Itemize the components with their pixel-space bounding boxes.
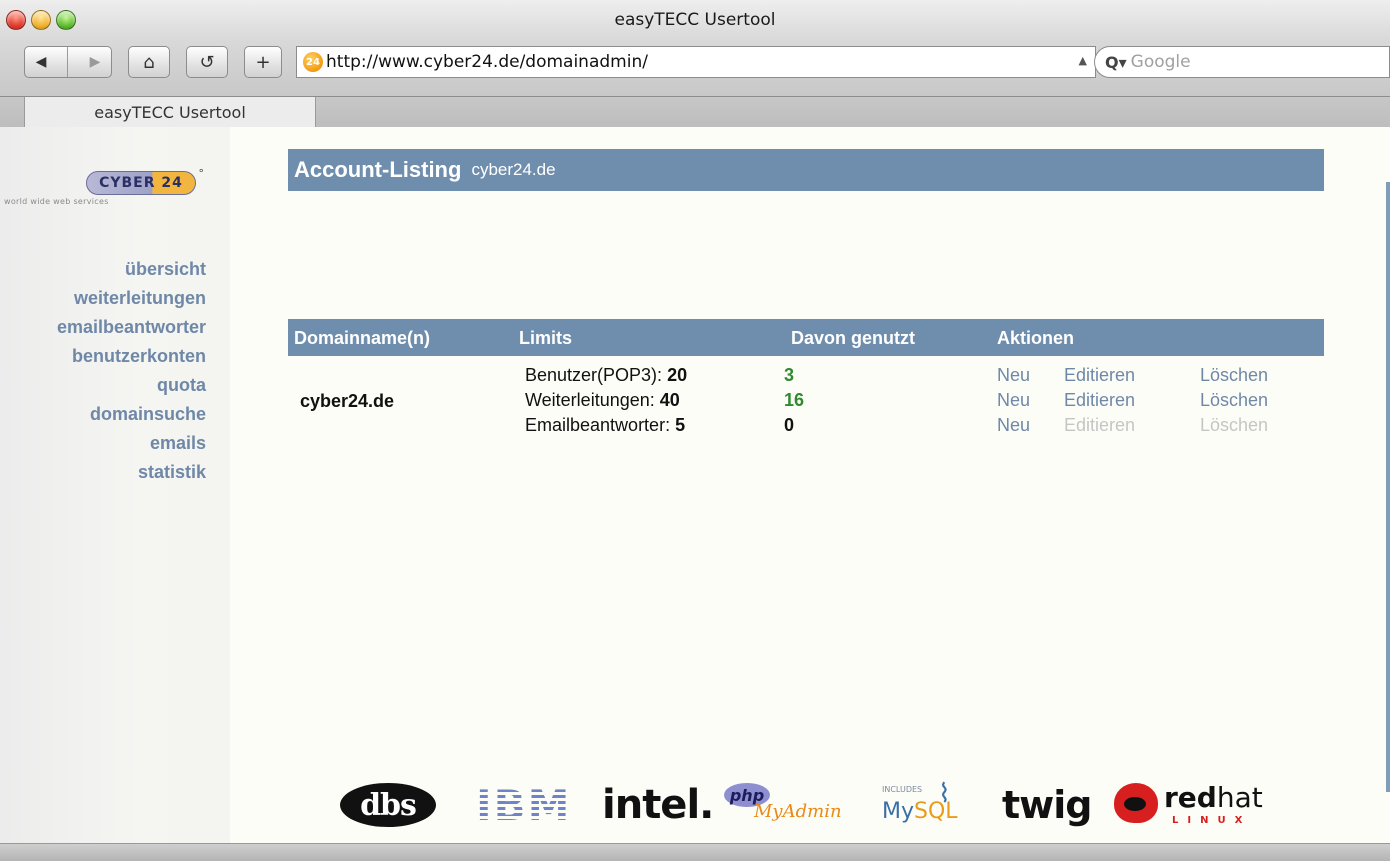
sidebar-item-statistik[interactable]: statistik [57, 458, 206, 487]
site-favicon-icon: 24 [303, 52, 323, 72]
table-header: Domainname(n) Limits Davon genutzt Aktio… [288, 319, 1324, 356]
tab-easytecc-usertool[interactable]: easyTECC Usertool [24, 97, 316, 128]
sidebar-item-uebersicht[interactable]: übersicht [57, 255, 206, 284]
tab-label: easyTECC Usertool [94, 103, 246, 122]
window-title: easyTECC Usertool [614, 10, 776, 30]
mysql-sql: SQL [914, 799, 958, 824]
logo-degree-mark: ° [198, 167, 205, 180]
home-icon: ⌂ [143, 51, 155, 73]
dbs-logo: dbs [340, 777, 436, 833]
redhat-red: red [1164, 781, 1217, 814]
limit-line: Weiterleitungen: 40 [525, 388, 687, 413]
sidebar-item-emails[interactable]: emails [57, 429, 206, 458]
new-button[interactable]: Neu [997, 413, 1030, 438]
sidebar-item-domainsuche[interactable]: domainsuche [57, 400, 206, 429]
used-value: 3 [784, 365, 795, 385]
page-viewport: CYBER 24 ° world wide web services übers… [0, 127, 1390, 843]
limit-line: Benutzer(POP3): 20 [525, 363, 687, 388]
home-button[interactable]: ⌂ [128, 46, 170, 78]
tab-bar: easyTECC Usertool [0, 96, 1390, 128]
scrollbar[interactable] [1386, 182, 1390, 792]
divider [67, 47, 69, 77]
sidebar-item-emailbeantworter[interactable]: emailbeantworter [57, 313, 206, 342]
delete-button[interactable]: Löschen [1200, 363, 1268, 388]
page-title: Account-Listing [294, 157, 462, 182]
reload-button[interactable]: ↺ [186, 46, 228, 78]
phpmyadmin-logo: php MyAdmin [724, 777, 874, 833]
twig-logo: twig [1002, 783, 1092, 827]
used-value: 16 [784, 390, 805, 410]
add-bookmark-button[interactable]: + [244, 46, 282, 78]
redhat-wordmark: redhat [1164, 781, 1263, 814]
page-subtitle: cyber24.de [471, 160, 556, 179]
domain-name: cyber24.de [300, 391, 395, 411]
sidebar: CYBER 24 ° world wide web services übers… [0, 127, 230, 843]
delete-button-disabled: Löschen [1200, 415, 1269, 435]
actions-edit-column: Editieren Editieren Editieren [1064, 363, 1135, 438]
limit-label: Weiterleitungen: [525, 390, 655, 410]
sidebar-item-benutzerkonten[interactable]: benutzerkonten [57, 342, 206, 371]
limit-value: 40 [659, 390, 680, 410]
address-history-caret-icon[interactable]: ▲ [1079, 54, 1087, 67]
search-field[interactable]: Q▾ Google [1094, 46, 1390, 78]
forward-button[interactable]: ▶ [90, 54, 101, 70]
edit-button[interactable]: Editieren [1064, 363, 1135, 388]
mysql-logo: INCLUDES MySQL ⌇ [882, 777, 974, 833]
redhat-logo: redhat LINUX [1114, 777, 1274, 833]
limit-label: Benutzer(POP3): [525, 365, 663, 385]
edit-button[interactable]: Editieren [1064, 388, 1135, 413]
new-button[interactable]: Neu [997, 363, 1030, 388]
actions-delete-column: Löschen Löschen Löschen [1200, 363, 1268, 438]
limit-line: Emailbeantworter: 5 [525, 413, 687, 438]
dbs-wordmark: dbs [340, 783, 436, 827]
search-icon[interactable]: Q▾ [1105, 53, 1127, 72]
new-button[interactable]: Neu [997, 388, 1030, 413]
actions-new-column: Neu Neu Neu [997, 363, 1030, 438]
dolphin-icon: ⌇ [938, 779, 951, 809]
mysql-includes: INCLUDES [882, 785, 923, 794]
plus-icon: + [255, 51, 271, 73]
used-value: 0 [784, 415, 795, 435]
column-header-limits: Limits [519, 328, 573, 348]
page-title-bar: Account-Listing cyber24.de [288, 149, 1324, 191]
column-header-actions: Aktionen [997, 328, 1075, 348]
limits-cell: Benutzer(POP3): 20 Weiterleitungen: 40 E… [525, 363, 687, 438]
used-cell: 3 16 0 [784, 363, 804, 438]
mysql-my: My [882, 799, 915, 824]
limit-label: Emailbeantworter: [525, 415, 671, 435]
ibm-logo: IBM [476, 777, 571, 833]
intel-logo: intel. [602, 782, 714, 828]
column-header-used: Davon genutzt [791, 328, 915, 348]
table-row: cyber24.de Benutzer(POP3): 20 Weiterleit… [288, 363, 1324, 443]
address-url[interactable]: http://www.cyber24.de/domainadmin/ [326, 52, 648, 72]
sidebar-nav: übersicht weiterleitungen emailbeantwort… [57, 255, 206, 487]
edit-button-disabled: Editieren [1064, 415, 1136, 435]
redhat-linux: LINUX [1172, 815, 1252, 826]
reload-icon: ↺ [199, 51, 215, 73]
logo-wordmark: CYBER 24 [86, 171, 196, 195]
logo-tagline: world wide web services [4, 197, 109, 206]
status-bar [0, 843, 1390, 861]
cyber24-logo[interactable]: CYBER 24 ° [86, 167, 204, 197]
limit-value: 20 [667, 365, 688, 385]
redhat-hat: hat [1216, 781, 1263, 814]
sidebar-item-weiterleitungen[interactable]: weiterleitungen [57, 284, 206, 313]
sponsor-logos: dbs IBM intel. php MyAdmin INCLUDES MySQ… [336, 777, 1286, 833]
sidebar-item-quota[interactable]: quota [57, 371, 206, 400]
browser-chrome: easyTECC Usertool ◀ ▶ ⌂ ↺ + 24 http://ww… [0, 0, 1390, 128]
limit-value: 5 [675, 415, 686, 435]
shadowman-icon [1114, 783, 1158, 823]
delete-button[interactable]: Löschen [1200, 388, 1268, 413]
address-bar[interactable]: 24 http://www.cyber24.de/domainadmin/ ▲ [296, 46, 1096, 78]
myadmin-wordmark: MyAdmin [754, 801, 842, 822]
column-header-domain: Domainname(n) [294, 328, 431, 348]
back-forward-group: ◀ ▶ [24, 46, 112, 78]
search-placeholder: Google [1130, 52, 1191, 72]
back-button[interactable]: ◀ [36, 54, 47, 70]
main-content: Account-Listing cyber24.de Domainname(n)… [288, 127, 1324, 843]
